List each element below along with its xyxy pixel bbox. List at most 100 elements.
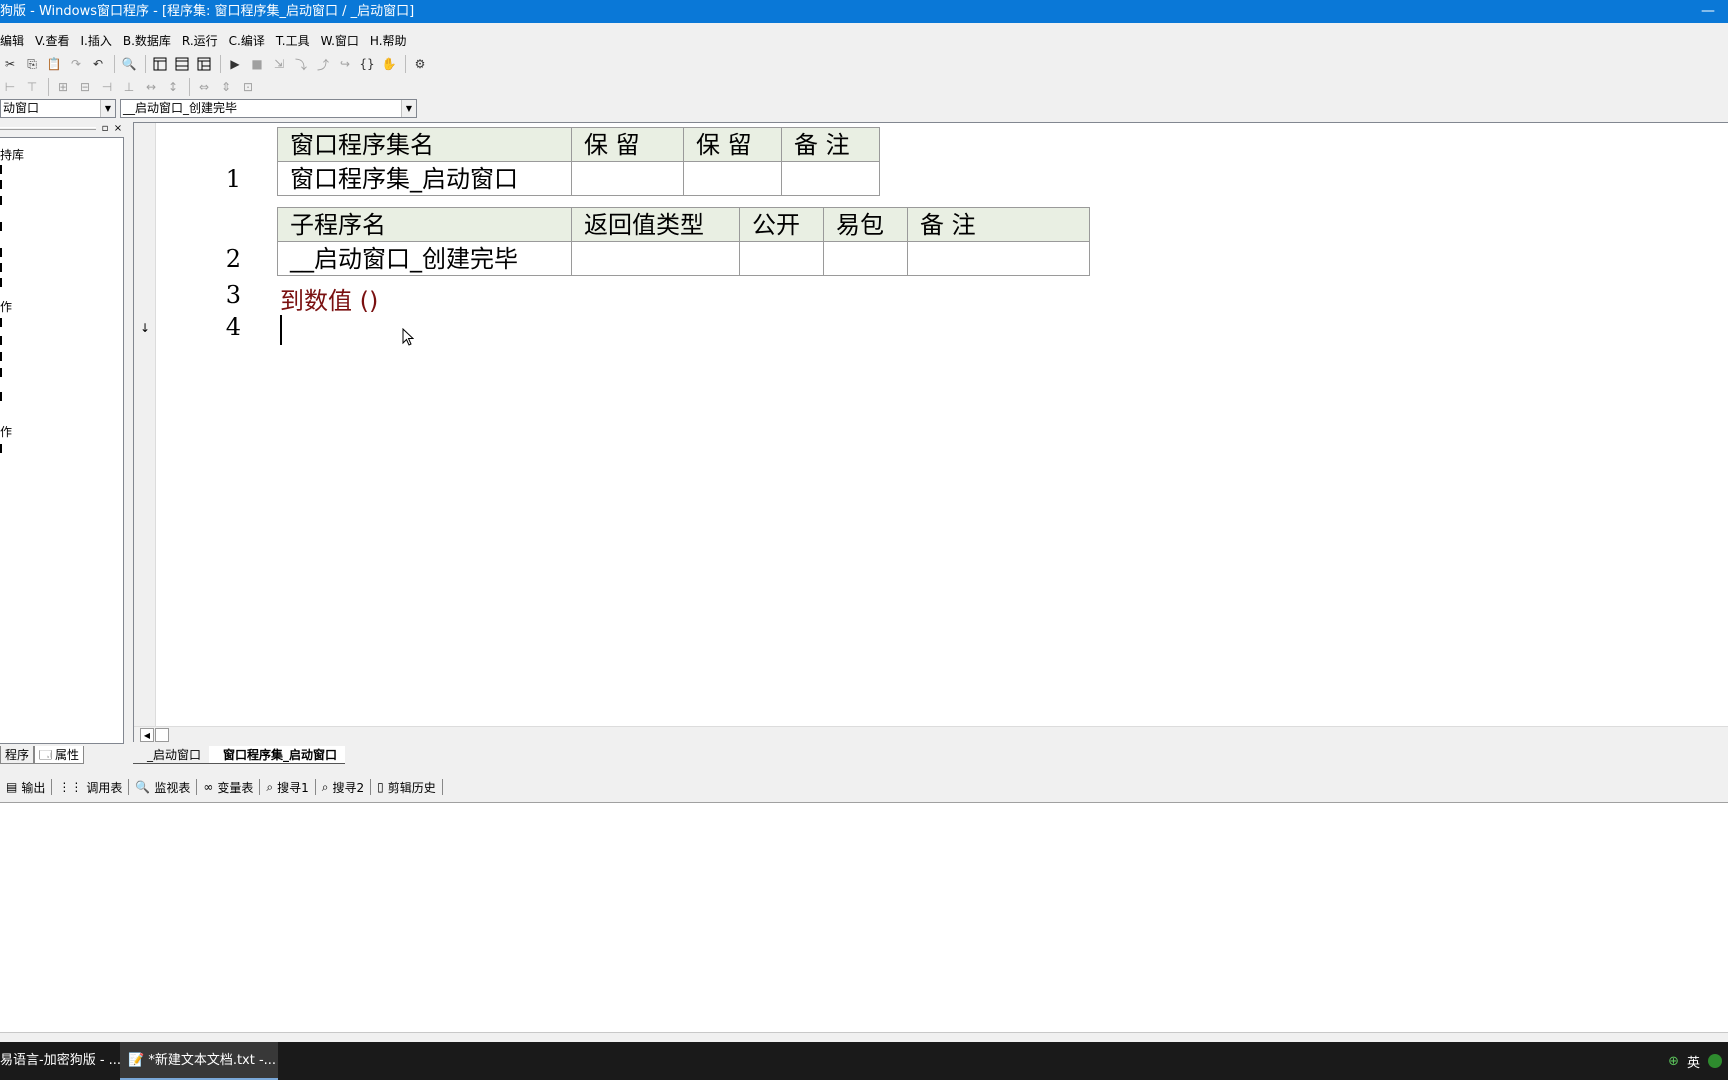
- align-left-icon[interactable]: ⊢: [0, 77, 20, 97]
- undo-icon[interactable]: ↶: [88, 54, 108, 74]
- step-in-icon[interactable]: ⤵: [291, 54, 311, 74]
- menu-help[interactable]: H.帮助: [370, 32, 407, 49]
- tab-clipboard-history[interactable]: ▯ 剪辑历史: [371, 779, 443, 795]
- bottom-panel[interactable]: [0, 802, 1728, 1032]
- menu-run[interactable]: R.运行: [182, 32, 218, 49]
- assembly-header-name: 窗口程序集名: [277, 127, 572, 162]
- tab-properties-label: 属性: [55, 747, 80, 762]
- taskbar-item-label: 易语言-加密狗版 - ...: [0, 1053, 122, 1068]
- paste-icon[interactable]: 📋: [44, 54, 64, 74]
- space-h-icon[interactable]: ↔: [141, 77, 161, 97]
- code-line[interactable]: 到数值 (): [280, 281, 378, 316]
- close-icon[interactable]: ×: [113, 123, 123, 134]
- ime-indicator[interactable]: 英: [1687, 1052, 1700, 1071]
- same-size-icon[interactable]: ⊡: [238, 77, 258, 97]
- menu-view[interactable]: V.查看: [35, 32, 69, 49]
- tab-search2[interactable]: ⌕ 搜寻2: [316, 779, 372, 795]
- taskbar-item-notepad[interactable]: 📝 *新建文本文档.txt -...: [120, 1042, 278, 1080]
- tree-line: [0, 368, 2, 377]
- align-bottom-icon[interactable]: ⊥: [119, 77, 139, 97]
- align-center-v-icon[interactable]: ⊟: [75, 77, 95, 97]
- panel-grip[interactable]: [0, 127, 96, 130]
- assembly-reserved1-cell[interactable]: [571, 161, 684, 196]
- menu-database[interactable]: B.数据库: [123, 32, 171, 49]
- sub-note-cell[interactable]: [907, 241, 1090, 276]
- taskbar-item-ide[interactable]: 易语言-加密狗版 - ...: [0, 1042, 121, 1080]
- tab-call-stack[interactable]: ⋮⋮ 调用表: [52, 779, 130, 795]
- menu-edit[interactable]: 编辑: [0, 32, 24, 49]
- tab-search1-label: 搜寻1: [277, 780, 309, 795]
- same-height-icon[interactable]: ⇕: [216, 77, 236, 97]
- network-icon[interactable]: ⊕: [1668, 1054, 1679, 1069]
- tree-line: [0, 165, 2, 174]
- pin-icon[interactable]: ▫: [100, 123, 110, 134]
- tab-program[interactable]: 程序: [0, 746, 35, 764]
- scroll-thumb[interactable]: [155, 728, 169, 742]
- assembly-header-reserved2: 保 留: [683, 127, 782, 162]
- toolbar-separator: [145, 55, 146, 73]
- assembly-note-cell[interactable]: [781, 161, 880, 196]
- copy-icon[interactable]: ⎘: [22, 54, 42, 74]
- tab-search2-label: 搜寻2: [332, 780, 365, 795]
- align-center-h-icon[interactable]: ⊞: [53, 77, 73, 97]
- chevron-down-icon[interactable]: ▼: [401, 100, 416, 117]
- menu-compile[interactable]: C.编译: [229, 32, 265, 49]
- stop-icon[interactable]: ■: [247, 54, 267, 74]
- chevron-down-icon[interactable]: ▼: [100, 100, 115, 117]
- tab-output[interactable]: ▤ 输出: [0, 779, 53, 795]
- search-icon: 🔍: [135, 780, 151, 794]
- menu-window[interactable]: W.窗口: [321, 32, 359, 49]
- sub-public-cell[interactable]: [739, 241, 824, 276]
- sub-return-type-cell[interactable]: [571, 241, 740, 276]
- menu-bar: 编辑 V.查看 I.插入 B.数据库 R.运行 C.编译 T.工具 W.窗口 H…: [0, 29, 418, 51]
- tab-properties[interactable]: 🗔 属性: [34, 746, 85, 764]
- tree-line: [0, 444, 2, 453]
- tree-node[interactable]: 持库: [0, 146, 24, 163]
- tree-line: [0, 263, 2, 272]
- debug-icon[interactable]: ⚙: [410, 54, 430, 74]
- step-out-icon[interactable]: ⤴: [313, 54, 333, 74]
- assembly-table: 窗口程序集名 保 留 保 留 备 注 窗口程序集_启动窗口: [277, 127, 880, 196]
- horizontal-scrollbar[interactable]: ◀: [134, 726, 1728, 742]
- toolbar-separator: [189, 78, 190, 96]
- subroutine-combo[interactable]: __启动窗口_创建完毕 ▼: [120, 99, 417, 118]
- tab-variables[interactable]: ∞ 变量表: [197, 779, 261, 795]
- tree-node[interactable]: 作: [0, 298, 12, 315]
- brace-icon[interactable]: {}: [357, 54, 377, 74]
- layout3-icon[interactable]: [194, 54, 214, 74]
- layout1-icon[interactable]: [150, 54, 170, 74]
- scroll-left-icon[interactable]: ◀: [140, 728, 154, 742]
- tab-search1[interactable]: ⌕ 搜寻1: [260, 779, 316, 795]
- minimize-button[interactable]: —: [1698, 0, 1718, 23]
- left-panel-header: ▫ ×: [0, 122, 126, 136]
- hand-icon[interactable]: ✋: [379, 54, 399, 74]
- tab-window-assembly[interactable]: 窗口程序集_启动窗口: [209, 746, 346, 764]
- tab-start-window[interactable]: _启动窗口: [133, 746, 210, 764]
- tree-node[interactable]: 作: [0, 423, 12, 440]
- sub-easy-pack-cell[interactable]: [823, 241, 908, 276]
- same-width-icon[interactable]: ⇔: [194, 77, 214, 97]
- cut-icon[interactable]: ✂: [0, 54, 20, 74]
- layout2-icon[interactable]: [172, 54, 192, 74]
- align-right-icon[interactable]: ⊣: [97, 77, 117, 97]
- step-icon[interactable]: ⇲: [269, 54, 289, 74]
- assembly-name-cell[interactable]: 窗口程序集_启动窗口: [277, 161, 572, 196]
- menu-insert[interactable]: I.插入: [81, 32, 112, 49]
- code-editor[interactable]: ↓ 1 窗口程序集名 保 留 保 留 备 注 窗口程序集_启动窗口 2 子程序名…: [133, 122, 1728, 742]
- assembly-reserved2-cell[interactable]: [683, 161, 782, 196]
- space-v-icon[interactable]: ↕: [163, 77, 183, 97]
- line-number: 4: [225, 313, 241, 341]
- redo-icon[interactable]: ↷: [66, 54, 86, 74]
- menu-tools[interactable]: T.工具: [276, 32, 310, 49]
- object-combo[interactable]: 动窗口 ▼: [0, 99, 116, 118]
- align-top-icon[interactable]: ⊤: [22, 77, 42, 97]
- app-tray-icon[interactable]: [1708, 1054, 1722, 1068]
- run-icon[interactable]: ▶: [225, 54, 245, 74]
- find-icon[interactable]: 🔍: [119, 54, 139, 74]
- tab-watch[interactable]: 🔍 监视表: [129, 779, 198, 795]
- sub-name-cell[interactable]: __启动窗口_创建完毕: [277, 241, 572, 276]
- call-stack-icon: ⋮⋮: [58, 780, 83, 794]
- step-over-icon[interactable]: ↪: [335, 54, 355, 74]
- project-tree[interactable]: 持库 作 作: [0, 137, 124, 744]
- left-panel-tabs: 程序 🗔 属性: [0, 746, 85, 764]
